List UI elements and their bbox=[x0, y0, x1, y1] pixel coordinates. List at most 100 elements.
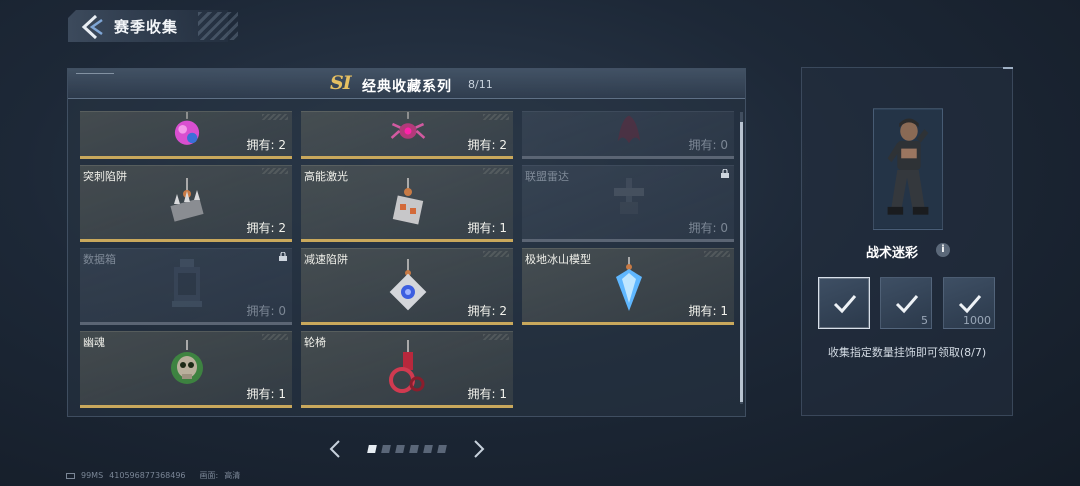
header-decoration bbox=[76, 73, 114, 74]
card-decoration bbox=[262, 114, 288, 120]
reward-name: 战术迷彩 bbox=[866, 246, 919, 261]
card-decoration bbox=[262, 334, 288, 340]
card-decoration bbox=[483, 334, 509, 340]
collection-item-card[interactable]: 高能激光拥有: 1 bbox=[301, 165, 513, 242]
collection-item-card[interactable]: 拥有: 0 bbox=[522, 111, 734, 159]
owned-count: 拥有: 2 bbox=[467, 304, 508, 318]
collection-header: SI 经典收藏系列 8/11 bbox=[68, 69, 745, 99]
network-icon bbox=[66, 472, 75, 479]
owned-count: 拥有: 1 bbox=[246, 387, 287, 401]
lock-icon bbox=[279, 252, 287, 261]
season-badge: SI bbox=[330, 72, 352, 94]
checkmark-icon bbox=[895, 295, 919, 314]
collection-item-card[interactable]: 突刺陷阱拥有: 2 bbox=[80, 165, 292, 242]
collection-item-card[interactable]: 数据箱拥有: 0 bbox=[80, 248, 292, 325]
status-footer: 99MS 410596877368496 画面: 高清 bbox=[66, 470, 240, 481]
card-bottom-bar bbox=[80, 405, 292, 408]
spike-trap-pendant-icon bbox=[170, 178, 204, 222]
collection-item-card[interactable]: 极地冰山模型拥有: 1 bbox=[522, 248, 734, 325]
page-dot[interactable] bbox=[437, 445, 447, 453]
laser-pendant-icon bbox=[392, 178, 424, 225]
collection-item-card[interactable]: 轮椅拥有: 1 bbox=[301, 331, 513, 408]
collection-item-card[interactable]: 幽魂拥有: 1 bbox=[80, 331, 292, 408]
pink-orb-pendant-icon bbox=[174, 112, 200, 145]
checkmark-icon bbox=[833, 295, 857, 314]
spider-pendant-icon bbox=[390, 112, 426, 139]
tentacle-pendant-icon bbox=[617, 115, 641, 144]
card-bottom-bar bbox=[80, 322, 292, 325]
data-box-pendant-icon bbox=[172, 259, 202, 307]
page-dot[interactable] bbox=[381, 445, 391, 453]
slow-trap-pendant-icon bbox=[389, 259, 427, 311]
owned-count: 拥有: 2 bbox=[246, 138, 287, 152]
reward-tier[interactable] bbox=[818, 277, 870, 329]
owned-count: 拥有: 1 bbox=[688, 304, 729, 318]
item-name: 高能激光 bbox=[304, 170, 348, 183]
card-decoration bbox=[483, 114, 509, 120]
collection-item-card[interactable]: 拥有: 2 bbox=[301, 111, 513, 159]
reward-panel: 战术迷彩 i 5 1000 收集指定数量挂饰即可领取(8/7) bbox=[801, 67, 1013, 416]
lock-icon bbox=[721, 169, 729, 178]
card-bottom-bar bbox=[301, 405, 513, 408]
radar-pendant-icon bbox=[614, 178, 644, 214]
item-grid: 拥有: 2 拥有: 2 拥有: 0 突刺陷阱 拥有: 2 高能激光 拥有: 1 联盟雷达 拥有:… bbox=[80, 111, 734, 411]
card-bottom-bar bbox=[80, 156, 292, 159]
card-decoration bbox=[704, 251, 730, 257]
card-bottom-bar bbox=[301, 239, 513, 242]
item-name: 联盟雷达 bbox=[525, 170, 569, 183]
back-button[interactable] bbox=[78, 14, 106, 40]
card-bottom-bar bbox=[522, 239, 734, 242]
collection-progress: 8/11 bbox=[468, 78, 493, 91]
tier-count: 1000 bbox=[963, 314, 991, 327]
item-name: 幽魂 bbox=[83, 336, 105, 349]
card-decoration bbox=[483, 168, 509, 174]
card-decoration bbox=[262, 168, 288, 174]
page-dot[interactable] bbox=[409, 445, 419, 453]
page-dot[interactable] bbox=[395, 445, 405, 453]
page-dot[interactable] bbox=[367, 445, 377, 453]
owned-count: 拥有: 0 bbox=[688, 138, 729, 152]
card-bottom-bar bbox=[80, 239, 292, 242]
user-id: 410596877368496 bbox=[109, 471, 186, 480]
owned-count: 拥有: 1 bbox=[467, 221, 508, 235]
previous-page-button[interactable] bbox=[326, 438, 344, 460]
page-title: 赛季收集 bbox=[114, 18, 179, 36]
collection-item-card[interactable]: 减速陷阱拥有: 2 bbox=[301, 248, 513, 325]
owned-count: 拥有: 0 bbox=[246, 304, 287, 318]
reward-tier[interactable]: 1000 bbox=[943, 277, 995, 329]
wheelchair-pendant-icon bbox=[389, 340, 425, 393]
item-name: 轮椅 bbox=[304, 336, 326, 349]
collection-item-card[interactable]: 联盟雷达拥有: 0 bbox=[522, 165, 734, 242]
reward-tier[interactable]: 5 bbox=[880, 277, 932, 329]
item-name: 极地冰山模型 bbox=[525, 253, 591, 266]
reward-description: 收集指定数量挂饰即可领取(8/7) bbox=[827, 346, 987, 359]
card-bottom-bar bbox=[301, 156, 513, 159]
info-icon[interactable]: i bbox=[936, 243, 950, 257]
quality-label: 画面: bbox=[199, 471, 219, 480]
owned-count: 拥有: 2 bbox=[246, 221, 287, 235]
iceberg-pendant-icon bbox=[616, 257, 642, 311]
page-indicator bbox=[367, 445, 447, 453]
card-decoration bbox=[483, 251, 509, 257]
item-name: 减速陷阱 bbox=[304, 253, 348, 266]
item-name: 突刺陷阱 bbox=[83, 170, 127, 183]
card-bottom-bar bbox=[301, 322, 513, 325]
owned-count: 拥有: 1 bbox=[467, 387, 508, 401]
quality-value: 高清 bbox=[224, 471, 241, 480]
owned-count: 拥有: 0 bbox=[688, 221, 729, 235]
character-portrait[interactable] bbox=[873, 108, 943, 230]
collection-panel: SI 经典收藏系列 8/11 拥有: 2 拥有: 2 拥有: 0 突刺陷阱 拥有: 2高… bbox=[67, 68, 746, 417]
card-bottom-bar bbox=[522, 156, 734, 159]
page-dot[interactable] bbox=[423, 445, 433, 453]
next-page-button[interactable] bbox=[470, 438, 488, 460]
scrollbar-thumb[interactable] bbox=[740, 122, 743, 402]
collection-item-card[interactable]: 拥有: 2 bbox=[80, 111, 292, 159]
card-bottom-bar bbox=[522, 322, 734, 325]
owned-count: 拥有: 2 bbox=[467, 138, 508, 152]
ping-value: 99MS bbox=[81, 471, 104, 480]
scrollbar[interactable] bbox=[740, 112, 743, 404]
ghost-skull-pendant-icon bbox=[171, 340, 203, 384]
header-stripes bbox=[198, 12, 238, 40]
tier-count: 5 bbox=[921, 314, 928, 327]
item-name: 数据箱 bbox=[83, 253, 116, 266]
